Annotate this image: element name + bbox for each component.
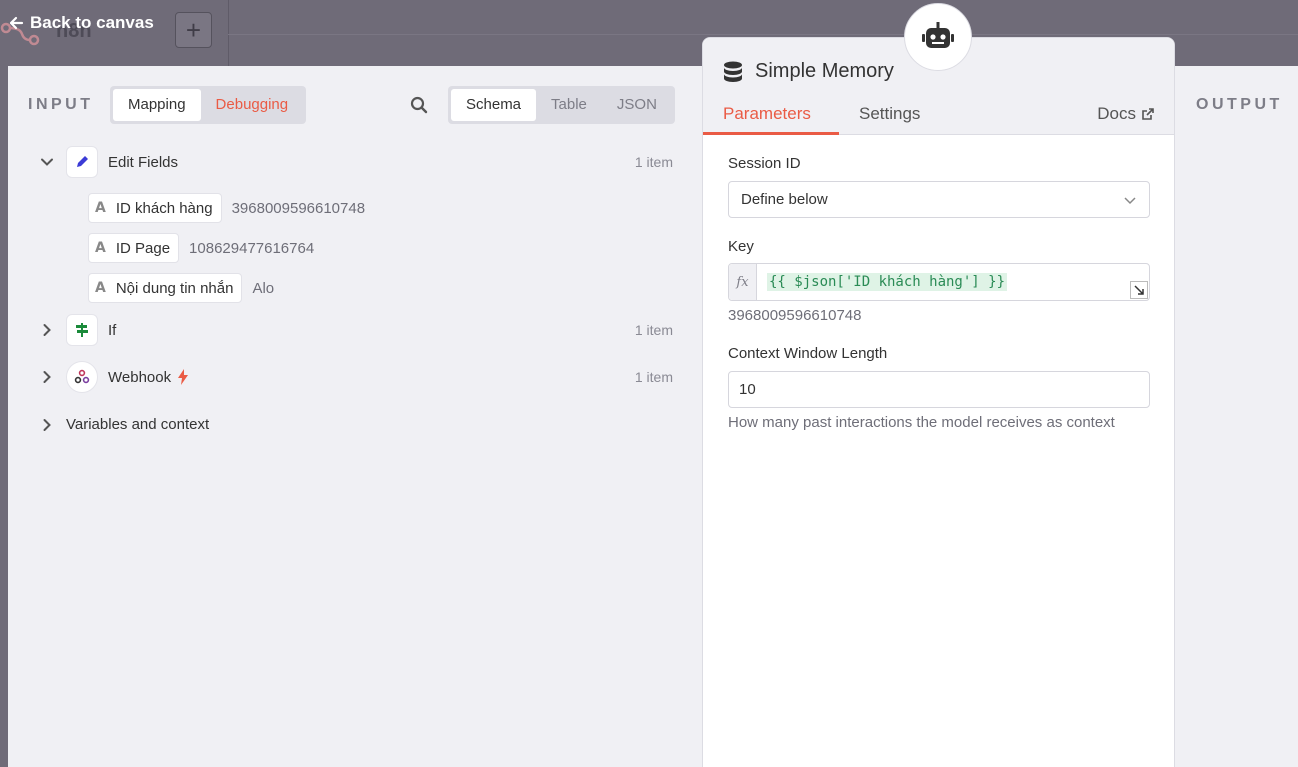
field-value: Alo: [252, 279, 275, 297]
divider: [228, 0, 229, 66]
external-link-icon: [1142, 107, 1154, 120]
if-signpost-icon: [66, 314, 98, 346]
chevron-down-icon: [1124, 196, 1136, 204]
debugging-option[interactable]: Debugging: [201, 89, 304, 121]
search-icon[interactable]: [410, 96, 428, 114]
input-panel: INPUT Mapping Debugging Schema Table JSO…: [8, 66, 708, 767]
schema-option[interactable]: Schema: [451, 89, 537, 121]
input-mode-toggle: Mapping Debugging: [110, 86, 307, 124]
robot-icon: [904, 3, 972, 71]
field-row: A ID Page 108629477616764: [88, 233, 314, 263]
key-expression: {{ $json['ID khách hàng'] }}: [767, 273, 1008, 291]
node-name: Webhook: [108, 368, 172, 386]
string-type-icon: A: [95, 240, 106, 256]
chevron-right-icon: [43, 371, 51, 383]
field-pill[interactable]: A ID Page: [88, 233, 180, 263]
field-name: ID khách hàng: [115, 199, 213, 217]
output-label: OUTPUT: [1196, 96, 1283, 113]
chevron-right-icon: [43, 418, 51, 431]
divider: [228, 34, 1298, 35]
variables-label: Variables and context: [66, 416, 210, 433]
session-id-label: Session ID: [728, 155, 801, 172]
database-icon: [724, 61, 742, 82]
field-value: 3968009596610748: [231, 199, 366, 217]
active-tab-indicator: [703, 132, 839, 135]
field-pill[interactable]: A ID khách hàng: [88, 193, 222, 223]
webhook-icon: [66, 361, 98, 393]
context-window-input[interactable]: 10: [728, 371, 1150, 408]
key-expression-result: 3968009596610748: [728, 307, 862, 324]
fx-badge: fx: [729, 264, 757, 300]
json-option[interactable]: JSON: [602, 89, 672, 121]
tree-node-webhook[interactable]: Webhook 1 item: [40, 361, 700, 393]
arrow-left-icon: [9, 16, 24, 30]
output-panel: [1168, 66, 1298, 767]
node-title-text: Simple Memory: [755, 60, 894, 82]
table-option[interactable]: Table: [536, 89, 602, 121]
tab-parameters[interactable]: Parameters: [723, 104, 811, 124]
session-id-select[interactable]: Define below: [728, 181, 1150, 218]
field-pill[interactable]: A Nội dung tin nhắn: [88, 273, 243, 303]
item-count: 1 item: [634, 369, 673, 385]
chevron-down-icon: [41, 158, 53, 166]
node-name: If: [108, 321, 117, 339]
back-to-canvas-label: Back to canvas: [30, 13, 154, 32]
docs-link[interactable]: Docs: [1097, 104, 1154, 124]
docs-label: Docs: [1097, 104, 1136, 123]
add-node-button[interactable]: +: [175, 12, 212, 48]
node-name: Edit Fields: [108, 153, 179, 171]
input-view-toggle: Schema Table JSON: [448, 86, 675, 124]
key-label: Key: [728, 238, 754, 255]
field-name: Nội dung tin nhắn: [115, 279, 234, 297]
mapping-option[interactable]: Mapping: [113, 89, 201, 121]
field-row: A Nội dung tin nhắn Alo: [88, 273, 274, 303]
tree-node-edit-fields[interactable]: Edit Fields 1 item: [40, 146, 700, 178]
node-settings-panel: Simple Memory Parameters Settings Docs S…: [702, 37, 1175, 767]
tree-variables-context[interactable]: Variables and context: [40, 416, 209, 433]
session-id-value: Define below: [741, 191, 828, 208]
expand-editor-icon[interactable]: [1130, 281, 1148, 299]
string-type-icon: A: [95, 200, 106, 216]
input-label: INPUT: [28, 96, 94, 113]
item-count: 1 item: [634, 154, 673, 170]
tree-node-if[interactable]: If 1 item: [40, 314, 700, 346]
key-expression-input[interactable]: fx {{ $json['ID khách hàng'] }}: [728, 263, 1150, 301]
trigger-bolt-icon: [178, 369, 189, 385]
node-title: Simple Memory: [723, 60, 894, 83]
field-value: 108629477616764: [189, 239, 315, 257]
tab-settings[interactable]: Settings: [859, 104, 920, 124]
field-name: ID Page: [115, 239, 171, 257]
context-window-label: Context Window Length: [728, 345, 888, 362]
context-window-hint: How many past interactions the model rec…: [728, 414, 1115, 431]
back-to-canvas-button[interactable]: Back to canvas: [8, 10, 154, 36]
field-row: A ID khách hàng 3968009596610748: [88, 193, 365, 223]
string-type-icon: A: [95, 280, 106, 296]
chevron-right-icon: [43, 324, 51, 336]
item-count: 1 item: [634, 322, 673, 338]
pencil-icon: [66, 146, 98, 178]
